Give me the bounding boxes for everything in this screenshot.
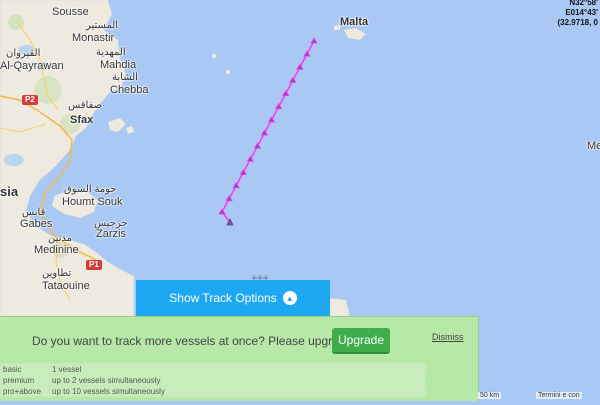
terms-link[interactable]: Termini e con	[536, 392, 582, 399]
coordinate-lon: E014°43'	[565, 8, 598, 17]
plan-name: pro+above	[0, 385, 50, 397]
place-sia: sia	[0, 184, 19, 199]
show-track-options-label: Show Track Options	[169, 291, 277, 305]
coordinate-decimal: (32.9718, 0	[557, 18, 598, 27]
plan-name: premium	[0, 374, 50, 386]
plans-table: basic 1 vessel premium up to 2 vessels s…	[0, 363, 426, 397]
plan-name: basic	[0, 363, 50, 375]
table-row: premium up to 2 vessels simultaneously	[0, 374, 426, 386]
table-row: basic 1 vessel	[0, 363, 426, 375]
place-sousse: Sousse	[52, 6, 89, 18]
place-houmt-souk-ar: حومة السوق	[64, 184, 117, 195]
place-mahdia-ar: المهدية	[96, 47, 126, 58]
plan-limit: up to 2 vessels simultaneously	[49, 374, 426, 386]
upgrade-panel: Do you want to track more vessels at onc…	[0, 316, 479, 401]
place-mahdia: Mahdia	[100, 59, 137, 71]
upgrade-button[interactable]: Upgrade	[332, 328, 390, 354]
dismiss-link[interactable]: Dismiss	[432, 332, 464, 342]
cursor-coordinates: N32°58' E014°43' (32.9718, 0	[558, 0, 598, 28]
plan-limit: up to 10 vessels simultaneously	[49, 385, 426, 397]
place-tataouine: Tataouine	[42, 280, 90, 292]
place-zarzis: Zarzis	[96, 228, 126, 240]
road-badge-p2: P2	[22, 95, 38, 105]
place-medinine-ar: مدنين	[48, 233, 73, 244]
table-row: pro+above up to 10 vessels simultaneousl…	[0, 385, 426, 397]
place-gabes: Gabes	[20, 218, 53, 230]
coordinate-lat: N32°58'	[569, 0, 598, 7]
lampione-island	[212, 54, 216, 58]
map-scale: 50 km	[478, 392, 502, 399]
place-medinine: Medinine	[34, 244, 79, 256]
place-alqayrawan: Al-Qayrawan	[0, 60, 64, 72]
place-gabes-ar: قابس	[22, 207, 46, 218]
place-sfax: Sfax	[70, 114, 94, 126]
upgrade-question: Do you want to track more vessels at onc…	[32, 334, 353, 348]
plan-limit: 1 vessel	[49, 363, 426, 375]
place-chebba-ar: الشابة	[112, 72, 138, 83]
place-monastir: Monastir	[72, 32, 115, 44]
show-track-options-button[interactable]: Show Track Options ▲	[136, 280, 330, 316]
place-alqayrawan-ar: القيروان	[6, 48, 41, 59]
chevron-up-circle-icon: ▲	[282, 291, 297, 305]
pantelleria-island	[226, 70, 230, 74]
place-houmt-souk: Houmt Souk	[62, 196, 123, 208]
place-tataouine-ar: تطاوين	[42, 268, 72, 279]
place-me: Me	[587, 140, 600, 152]
place-chebba: Chebba	[110, 84, 149, 96]
place-monastir-ar: المستير	[86, 20, 119, 31]
place-sfax-ar: صفاقس	[68, 100, 103, 111]
place-malta: Malta	[340, 16, 369, 28]
road-badge-p1: P1	[86, 260, 102, 270]
